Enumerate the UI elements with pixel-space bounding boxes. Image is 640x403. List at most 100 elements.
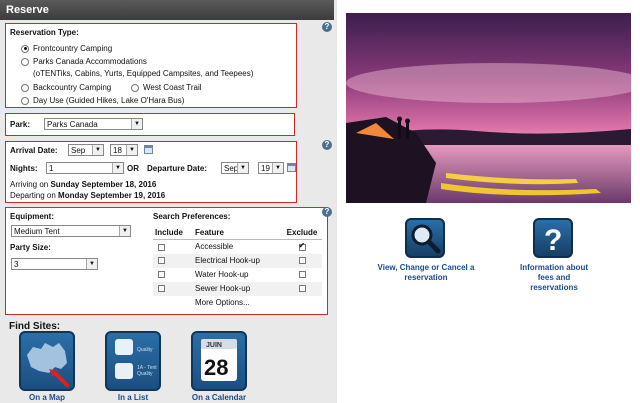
exclude-cell <box>282 253 322 268</box>
include-checkbox[interactable] <box>158 257 165 265</box>
view-change-cancel-link[interactable]: View, Change or Cancel a reservation <box>372 263 480 283</box>
radio-backcountry[interactable]: Backcountry Camping <box>21 83 111 92</box>
list-item-text: Quality <box>137 347 153 353</box>
calendar-month: JUIN <box>206 342 222 349</box>
include-cell <box>153 240 193 254</box>
calendar-icon[interactable] <box>287 163 296 172</box>
include-checkbox[interactable] <box>158 271 165 279</box>
exclude-checkbox[interactable] <box>298 285 306 293</box>
search-preferences-heading: Search Preferences: <box>153 212 231 221</box>
empty-cell <box>153 296 193 310</box>
radio-button[interactable] <box>21 96 29 105</box>
chevron-down-icon: ▼ <box>126 145 137 155</box>
radio-frontcountry[interactable]: Frontcountry Camping <box>21 44 112 53</box>
radio-day-use[interactable]: Day Use (Guided Hikes, Lake O'Hara Bus) <box>21 96 184 105</box>
include-cell <box>153 268 193 282</box>
find-in-list-button[interactable]: Quality 1A - Tent Quality <box>105 331 161 391</box>
find-on-calendar-label[interactable]: On a Calendar <box>189 393 249 402</box>
reservation-type-heading: Reservation Type: <box>10 28 79 37</box>
exclude-checkbox[interactable] <box>298 257 306 265</box>
departure-month-select[interactable]: Sep ▼ <box>221 162 249 174</box>
include-cell <box>153 253 193 268</box>
view-change-cancel-button[interactable] <box>405 218 445 258</box>
radio-parks-canada-accommodations[interactable]: Parks Canada Accommodations <box>21 57 147 66</box>
panel-title: Reserve <box>0 0 334 20</box>
table-row: Water Hook-up <box>153 268 322 282</box>
departure-day-select[interactable]: 19 ▼ <box>258 162 284 174</box>
departing-prefix: Departing on <box>10 191 59 200</box>
exclude-checkbox[interactable] <box>298 241 306 251</box>
feature-cell: Electrical Hook-up <box>193 253 282 268</box>
empty-cell <box>282 296 322 310</box>
magnifier-icon <box>411 224 441 254</box>
radio-button[interactable] <box>21 44 29 53</box>
accommodation-subtext: (oTENTiks, Cabins, Yurts, Equipped Camps… <box>33 69 254 78</box>
equipment-label: Equipment: <box>10 212 54 221</box>
radio-label: Backcountry Camping <box>33 83 112 92</box>
include-checkbox[interactable] <box>158 285 165 293</box>
chevron-down-icon: ▼ <box>112 163 123 173</box>
chevron-down-icon: ▼ <box>272 163 283 173</box>
arrival-month-select[interactable]: Sep ▼ <box>68 144 104 156</box>
find-in-list-label[interactable]: In a List <box>103 393 163 402</box>
list-item-text: Quality <box>137 371 153 377</box>
column-header: Exclude <box>282 226 322 240</box>
departure-day-value: 19 <box>261 164 270 173</box>
park-label: Park: <box>10 120 31 129</box>
arriving-summary: Arriving on Sunday September 18, 2016 <box>10 180 156 189</box>
dates-box: Arrival Date: Sep ▼ 18 ▼ Nights: 1 ▼ OR … <box>5 141 297 203</box>
radio-button[interactable] <box>21 57 29 66</box>
help-icon[interactable]: ? <box>322 207 332 217</box>
arriving-date: Sunday September 18, 2016 <box>50 180 157 189</box>
find-on-calendar-button[interactable]: JUIN 28 <box>191 331 247 391</box>
radio-button[interactable] <box>131 83 139 92</box>
radio-label: Frontcountry Camping <box>33 44 113 53</box>
arrival-day-select[interactable]: 18 ▼ <box>110 144 138 156</box>
table-row: Electrical Hook-up <box>153 253 322 268</box>
park-select[interactable]: Parks Canada ▼ <box>44 118 143 130</box>
radio-label: Day Use (Guided Hikes, Lake O'Hara Bus) <box>33 96 185 105</box>
exclude-checkbox[interactable] <box>298 271 306 279</box>
include-cell <box>153 281 193 296</box>
chevron-down-icon: ▼ <box>86 259 97 269</box>
question-glyph: ? <box>544 224 562 256</box>
chevron-down-icon: ▼ <box>119 226 130 236</box>
or-label: OR <box>127 164 139 173</box>
nights-select[interactable]: 1 ▼ <box>46 162 124 174</box>
include-checkbox[interactable] <box>158 243 165 251</box>
reservation-type-box: Reservation Type: Frontcountry Camping P… <box>5 23 297 108</box>
feature-cell: Sewer Hook-up <box>193 281 282 296</box>
party-size-select[interactable]: 3 ▼ <box>11 258 98 270</box>
feature-cell: Accessible <box>195 242 234 252</box>
table-row: Accessible <box>153 240 322 254</box>
equipment-value: Medium Tent <box>14 227 60 236</box>
radio-west-coast-trail[interactable]: West Coast Trail <box>131 83 202 92</box>
arrival-month-value: Sep <box>71 146 86 155</box>
table-row: More Options... <box>153 296 322 310</box>
column-header: Feature <box>193 226 282 240</box>
calendar-day: 28 <box>204 355 228 380</box>
more-options-link[interactable]: More Options... <box>193 296 282 310</box>
park-value: Parks Canada <box>47 120 98 129</box>
arriving-prefix: Arriving on <box>10 180 51 189</box>
find-on-map-button[interactable] <box>19 331 75 391</box>
radio-button[interactable] <box>21 83 29 92</box>
calendar-icon: JUIN 28 <box>201 339 237 381</box>
nights-label: Nights: <box>10 164 38 173</box>
site-list-icon: Quality 1A - Tent Quality <box>115 339 157 379</box>
information-link[interactable]: Information about fees and reservations <box>518 263 590 293</box>
party-size-label: Party Size: <box>10 243 51 252</box>
equipment-select[interactable]: Medium Tent ▼ <box>11 225 131 237</box>
information-button[interactable]: ? <box>533 218 573 258</box>
search-preferences-table: Include Feature Exclude Accessible Elect… <box>153 226 322 310</box>
chevron-down-icon: ▼ <box>131 119 142 129</box>
help-icon[interactable]: ? <box>322 22 332 32</box>
radio-label: West Coast Trail <box>143 83 202 92</box>
question-mark-icon: ? <box>544 224 562 256</box>
calendar-icon[interactable] <box>144 145 153 154</box>
find-on-map-label[interactable]: On a Map <box>17 393 77 402</box>
radio-label: Parks Canada Accommodations <box>33 57 147 66</box>
nights-value: 1 <box>49 164 54 173</box>
help-icon[interactable]: ? <box>322 140 332 150</box>
canada-map-icon <box>27 343 69 387</box>
